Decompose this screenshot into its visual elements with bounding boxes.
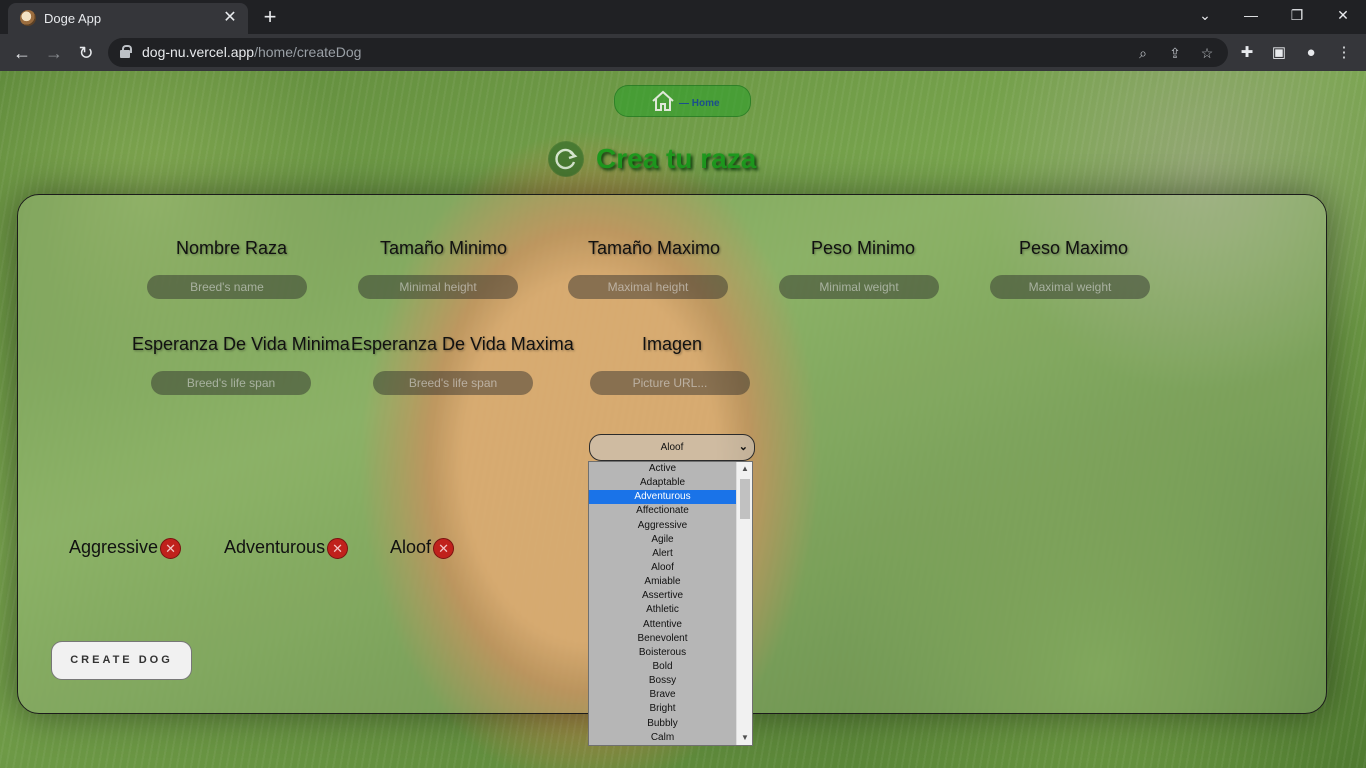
dropdown-option[interactable]: Amiable (589, 575, 752, 589)
url-path: /home/createDog (254, 44, 362, 60)
dropdown-scrollbar[interactable]: ▲ ▼ (736, 462, 752, 745)
lock-icon (120, 45, 132, 58)
extensions-puzzle-icon[interactable]: ✚ (1233, 39, 1261, 67)
share-icon[interactable]: ⇪ (1164, 42, 1186, 64)
dropdown-option[interactable]: Brave (589, 688, 752, 702)
label-breed-name: Nombre Raza (176, 238, 288, 258)
refresh-icon[interactable] (548, 141, 584, 177)
temperament-chip: Adventurous ✕ (224, 537, 349, 561)
temperament-dropdown-list[interactable]: Active Adaptable Adventurous Affectionat… (588, 461, 753, 746)
label-min-height: Tamaño Minimo (380, 238, 508, 258)
reload-icon[interactable]: ↻ (72, 39, 100, 67)
tab-title: Doge App (44, 11, 102, 26)
dropdown-option[interactable]: Agile (589, 533, 752, 547)
label-max-weight: Peso Maximo (1019, 238, 1129, 258)
temperament-select[interactable]: Aloof ⌄ (589, 434, 755, 461)
dropdown-option[interactable]: Active (589, 462, 752, 476)
temperament-chip-label: Adventurous (224, 537, 326, 557)
browser-tab[interactable]: Doge App ✕ (8, 3, 248, 34)
home-label: — Home (679, 98, 720, 109)
label-min-life-span: Esperanza De Vida Minima (132, 334, 350, 354)
new-tab-button[interactable]: + (258, 5, 282, 29)
tab-close-icon[interactable]: ✕ (220, 8, 240, 28)
chevron-down-icon: ⌄ (738, 441, 748, 453)
bookmark-star-icon[interactable]: ☆ (1196, 42, 1218, 64)
browser-tab-bar: Doge App ✕ + ⌄ — ❐ ✕ (0, 0, 1366, 34)
create-dog-button[interactable]: CREATE DOG (51, 641, 192, 680)
label-max-height: Tamaño Maximo (588, 238, 721, 258)
min-life-span-input[interactable] (151, 371, 311, 395)
profile-avatar-icon[interactable]: ● (1297, 39, 1325, 67)
temperament-chip-label: Aggressive (69, 537, 159, 557)
scrollbar-thumb[interactable] (740, 479, 750, 519)
dropdown-option[interactable]: Boisterous (589, 646, 752, 660)
home-house-icon (652, 90, 674, 111)
browser-toolbar: ← → ↻ dog-nu.vercel.app/home/createDog ⌕… (0, 34, 1366, 71)
side-panel-icon[interactable]: ▣ (1265, 39, 1293, 67)
dropdown-option[interactable]: Bold (589, 660, 752, 674)
dropdown-option[interactable]: Calm (589, 731, 752, 745)
dropdown-option[interactable]: Aggressive (589, 519, 752, 533)
dropdown-option[interactable]: Athletic (589, 603, 752, 617)
dropdown-option[interactable]: Bubbly (589, 717, 752, 731)
doge-favicon-icon (20, 10, 36, 26)
remove-circle-x-icon[interactable]: ✕ (327, 537, 349, 559)
home-button[interactable]: — Home (614, 85, 751, 117)
max-weight-input[interactable] (990, 275, 1150, 299)
scroll-down-arrow-icon[interactable]: ▼ (737, 731, 752, 745)
minimize-button[interactable]: — (1228, 0, 1274, 30)
page-title: Crea tu raza (596, 143, 757, 174)
min-weight-input[interactable] (779, 275, 939, 299)
max-height-input[interactable] (568, 275, 728, 299)
forward-arrow-icon[interactable]: → (40, 39, 68, 67)
menu-kebab-icon[interactable]: ⋮ (1330, 39, 1358, 67)
dropdown-option[interactable]: Alert (589, 547, 752, 561)
min-height-input[interactable] (358, 275, 518, 299)
back-arrow-icon[interactable]: ← (8, 39, 36, 67)
zoom-icon[interactable]: ⌕ (1132, 42, 1154, 64)
url-text: dog-nu.vercel.app/home/createDog (142, 44, 361, 60)
scroll-up-arrow-icon[interactable]: ▲ (737, 462, 752, 476)
max-life-span-input[interactable] (373, 371, 533, 395)
label-min-weight: Peso Minimo (811, 238, 916, 258)
temperament-chip-label: Aloof (390, 537, 432, 557)
temperament-select-value: Aloof (660, 442, 684, 453)
dropdown-option[interactable]: Adaptable (589, 476, 752, 490)
address-bar[interactable]: dog-nu.vercel.app/home/createDog ⌕ ⇪ ☆ (108, 38, 1228, 67)
close-window-button[interactable]: ✕ (1320, 0, 1366, 30)
dropdown-option[interactable]: Bright (589, 702, 752, 716)
tab-search-icon[interactable]: ⌄ (1182, 0, 1228, 30)
remove-circle-x-icon[interactable]: ✕ (160, 537, 182, 559)
temperament-chip: Aggressive ✕ (69, 537, 182, 561)
dropdown-option[interactable]: Assertive (589, 589, 752, 603)
label-max-life-span: Esperanza De Vida Maxima (351, 334, 574, 354)
dropdown-option[interactable]: Bossy (589, 674, 752, 688)
dropdown-option[interactable]: Affectionate (589, 504, 752, 518)
dropdown-option-highlighted[interactable]: Adventurous (589, 490, 752, 505)
image-url-input[interactable] (590, 371, 750, 395)
breed-name-input[interactable] (147, 275, 307, 299)
label-image: Imagen (642, 334, 703, 354)
temperament-chip: Aloof ✕ (390, 537, 455, 561)
dropdown-option[interactable]: Aloof (589, 561, 752, 575)
restore-button[interactable]: ❐ (1274, 0, 1320, 30)
url-host: dog-nu.vercel.app (142, 44, 255, 60)
dropdown-option[interactable]: Benevolent (589, 632, 752, 646)
dropdown-option[interactable]: Attentive (589, 618, 752, 632)
remove-circle-x-icon[interactable]: ✕ (433, 537, 455, 559)
